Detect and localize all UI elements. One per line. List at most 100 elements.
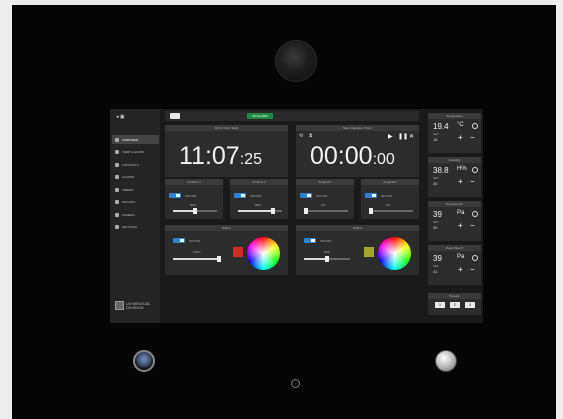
decrease-button[interactable]: − xyxy=(470,178,475,186)
light-toggle[interactable] xyxy=(365,193,377,198)
increase-button[interactable]: + xyxy=(458,178,463,186)
preset-button-1[interactable]: 1 xyxy=(435,302,445,308)
light-toggle[interactable] xyxy=(169,193,181,198)
rgb-level-label: 100% xyxy=(193,250,201,254)
increase-button[interactable]: + xyxy=(458,134,463,142)
color-wheel[interactable] xyxy=(378,237,411,270)
sidebar-item-timers[interactable]: TIMERS xyxy=(112,185,159,194)
stop-icon[interactable]: ✕ xyxy=(409,133,414,140)
sidebar-item-overview[interactable]: OVERVIEW xyxy=(112,135,159,144)
readout-value: 39 xyxy=(433,254,442,263)
light-slider[interactable] xyxy=(304,208,348,214)
light-toggle[interactable] xyxy=(300,193,312,198)
rgb-title: RGB 1 xyxy=(165,225,288,231)
readout-set-value: 41 xyxy=(433,269,438,274)
timer-title: Main Operation Timer xyxy=(296,125,419,131)
droplet-icon xyxy=(472,167,478,173)
light-level-label: 0% xyxy=(386,203,391,207)
sidebar-item-camera[interactable]: CAMERA xyxy=(112,210,159,219)
preset-button-2[interactable]: 2 xyxy=(450,302,460,308)
light-panel-4: Surgical 2 OFF/ON 0% xyxy=(361,179,419,219)
increase-button[interactable]: + xyxy=(458,222,463,230)
light-slider[interactable] xyxy=(369,208,413,214)
sidebar-item-label: GROUPS xyxy=(122,200,136,204)
light-slider-knob[interactable] xyxy=(369,208,373,214)
increase-button[interactable]: + xyxy=(458,266,463,274)
sliders-icon xyxy=(115,162,119,167)
sidebar-item-settings[interactable]: SETTINGS xyxy=(112,223,159,232)
readout-panel-4: Press Wev P 39 Pa SET 41 + − xyxy=(428,245,481,285)
sidebar-item-label: SETTINGS xyxy=(122,225,138,229)
light-slider[interactable] xyxy=(173,208,217,214)
decrease-button[interactable]: − xyxy=(470,266,475,274)
rgb-slider[interactable] xyxy=(173,256,221,262)
readout-value: 39 xyxy=(433,210,442,219)
timer-panel: Main Operation Timer ⟲ ⧗ ▶ ❚❚ ✕ 00:00:00 xyxy=(296,125,419,177)
light-slider-knob[interactable] xyxy=(271,208,276,214)
light-level-label: 80% xyxy=(255,203,262,207)
light-panel-2: Ambient 2 OFF/ON 80% xyxy=(230,179,288,219)
light-title: Ambient 1 xyxy=(165,179,223,185)
rgb-slider-knob[interactable] xyxy=(217,256,221,262)
light-level-label: 0% xyxy=(321,203,326,207)
gear-icon xyxy=(115,225,119,229)
sidebar-item-label: TEMP & HUMID xyxy=(122,150,144,154)
light-state-label: OFF/ON xyxy=(250,194,262,198)
thermometer-icon xyxy=(472,123,478,129)
readout-value: 38.8 xyxy=(433,166,449,175)
light-slider[interactable] xyxy=(238,208,282,214)
sidebar-item-temp-humid[interactable]: TEMP & HUMID xyxy=(112,148,159,157)
rgb-toggle[interactable] xyxy=(304,238,316,243)
hourglass-icon: ⧗ xyxy=(309,133,313,139)
readout-unit: Pa xyxy=(457,254,465,260)
readout-set-label: SET xyxy=(433,176,439,180)
light-slider-knob[interactable] xyxy=(304,208,308,214)
light-slider-knob[interactable] xyxy=(193,208,197,214)
readout-title: Press Wev P xyxy=(428,245,481,251)
rgb-color-swatch[interactable] xyxy=(233,247,243,257)
power-button[interactable] xyxy=(133,350,155,372)
sidebar-item-alarms[interactable]: ALARMS xyxy=(112,173,159,182)
decrease-button[interactable]: − xyxy=(470,222,475,230)
light-toggle[interactable] xyxy=(234,193,246,198)
rgb-slider-fill xyxy=(173,258,219,260)
light-panel-3: Surgical 1 OFF/ON 0% xyxy=(296,179,354,219)
home-button[interactable] xyxy=(170,113,180,119)
timer-hours-minutes: 00:00 xyxy=(310,142,373,170)
sidebar-item-label: OVERVIEW xyxy=(122,137,139,142)
logo-mark xyxy=(115,301,124,310)
device-frame: ◂ ▣ OVERVIEW TEMP & HUMID CONTROLS ALARMS TI… xyxy=(12,5,556,419)
rgb-toggle[interactable] xyxy=(173,238,185,243)
sidebar-item-groups[interactable]: GROUPS xyxy=(112,198,159,207)
group-icon xyxy=(115,200,119,204)
presets-title: Presets xyxy=(428,293,481,299)
sidebar-item-controls[interactable]: CONTROLS xyxy=(112,160,159,169)
light-slider-fill xyxy=(173,210,195,212)
color-wheel[interactable] xyxy=(247,237,280,270)
logo-text: LM MEDICAL DIVISION xyxy=(126,300,151,310)
readout-unit: °C xyxy=(457,122,464,128)
play-icon[interactable]: ▶ xyxy=(388,133,393,140)
rgb-title: RGB 2 xyxy=(296,225,419,231)
clock-seconds: :25 xyxy=(239,151,262,168)
sidebar-item-label: CONTROLS xyxy=(122,162,139,167)
rgb-state-label: OFF/ON xyxy=(189,239,201,243)
sidebar-item-label: TIMERS xyxy=(122,187,134,192)
rgb-slider-knob[interactable] xyxy=(325,256,329,262)
alarm-status-badge[interactable]: NO ALARM xyxy=(247,113,273,119)
rgb-color-swatch[interactable] xyxy=(364,247,374,257)
rgb-slider-fill xyxy=(304,258,327,260)
timer-reset-icon[interactable]: ⟲ xyxy=(299,133,303,139)
indicator-light xyxy=(291,379,300,388)
clock-time: 11:07:25 xyxy=(179,142,262,171)
company-logo: LM MEDICAL DIVISION xyxy=(115,301,158,310)
decrease-button[interactable]: − xyxy=(470,134,475,142)
readout-set-value: 18 xyxy=(433,137,438,142)
pause-icon[interactable]: ❚❚ xyxy=(398,133,408,140)
preset-button-3[interactable]: 3 xyxy=(465,302,475,308)
camera-icon xyxy=(115,212,119,217)
rgb-slider[interactable] xyxy=(304,256,350,262)
knob-button[interactable] xyxy=(435,350,457,372)
readout-unit: H% xyxy=(457,166,467,172)
sidebar: ◂ ▣ OVERVIEW TEMP & HUMID CONTROLS ALARMS TI… xyxy=(110,109,160,323)
